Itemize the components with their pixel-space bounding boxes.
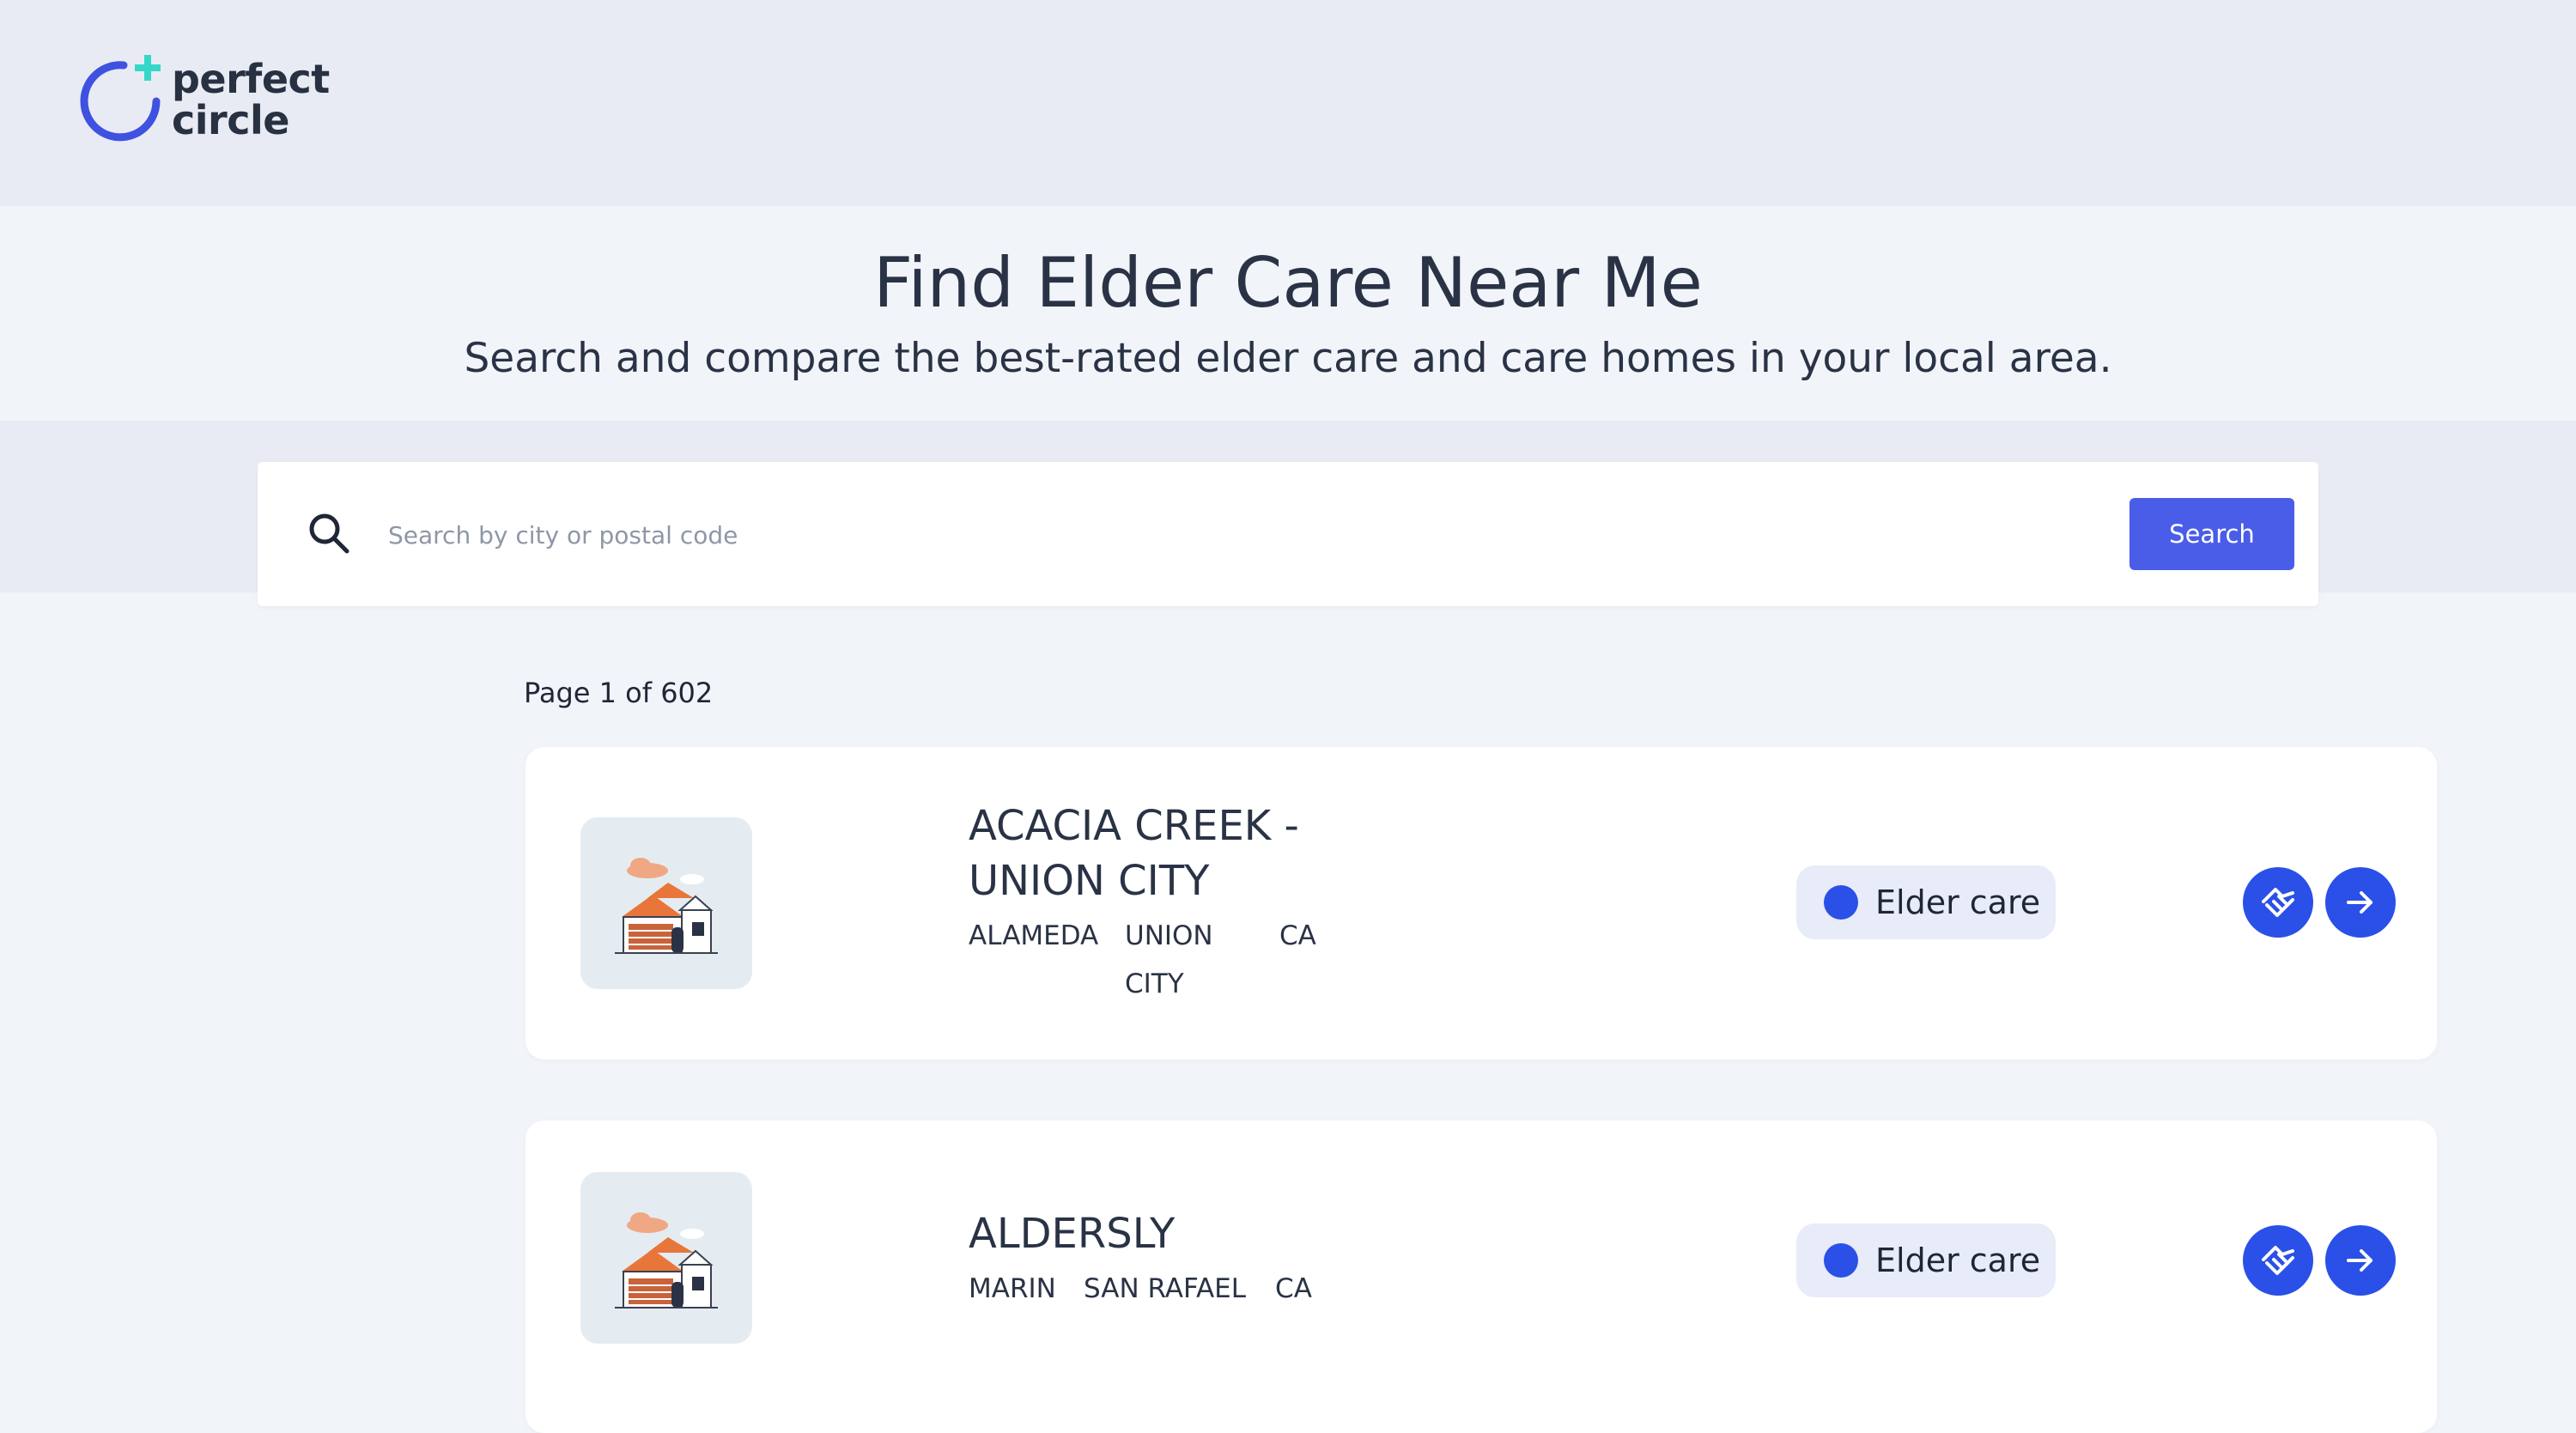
- listing-name[interactable]: ALDERSLY: [969, 1206, 1415, 1261]
- listing-card[interactable]: ACACIA CREEK - UNION CITY ALAMEDA UNION …: [526, 747, 2437, 1060]
- site-header: perfect circle: [0, 0, 2576, 206]
- handshake-icon: [2262, 888, 2294, 917]
- search-bar: Search: [258, 462, 2318, 606]
- page-indicator: Page 1 of 602: [524, 677, 714, 709]
- badge-label: Elder care: [1875, 883, 2041, 921]
- house-icon: [615, 858, 718, 954]
- view-details-button[interactable]: [2325, 1225, 2396, 1296]
- listing-thumbnail: [580, 1172, 752, 1344]
- brand-logo[interactable]: perfect circle: [79, 53, 337, 148]
- listing-card[interactable]: ALDERSLY MARIN SAN RAFAEL CA Elder care: [526, 1120, 2437, 1433]
- search-input[interactable]: [386, 505, 2021, 565]
- perfect-circle-logo-icon: [80, 55, 161, 142]
- listing-city: UNION CITY: [1125, 920, 1213, 999]
- brand-name-line2: circle: [172, 97, 289, 143]
- badge-dot-icon: [1824, 1243, 1858, 1278]
- arrow-right-icon: [2347, 891, 2372, 914]
- listing-thumbnail: [580, 817, 752, 989]
- page-subtitle: Search and compare the best-rated elder …: [464, 335, 2112, 382]
- listing-county: ALAMEDA: [969, 920, 1099, 951]
- listing-city: SAN RAFAEL: [1084, 1273, 1247, 1304]
- review-button[interactable]: [2243, 1225, 2313, 1296]
- category-badge: Elder care: [1796, 1224, 2056, 1297]
- hero-section: Find Elder Care Near Me Search and compa…: [0, 206, 2576, 421]
- listing-name[interactable]: ACACIA CREEK - UNION CITY: [969, 798, 1415, 908]
- listing-location: ALAMEDA UNION CITY CA: [969, 912, 1316, 1008]
- listing-state: CA: [1279, 920, 1316, 951]
- category-badge: Elder care: [1796, 865, 2056, 939]
- review-button[interactable]: [2243, 867, 2313, 938]
- arrow-right-icon: [2347, 1249, 2372, 1272]
- handshake-icon: [2262, 1246, 2294, 1275]
- house-icon: [615, 1212, 718, 1309]
- search-button[interactable]: Search: [2129, 498, 2294, 570]
- listing-location: MARIN SAN RAFAEL CA: [969, 1265, 1312, 1313]
- brand-name: perfect circle: [172, 58, 330, 141]
- search-icon: [309, 513, 349, 554]
- page-title: Find Elder Care Near Me: [873, 243, 1703, 323]
- badge-dot-icon: [1824, 885, 1858, 920]
- view-details-button[interactable]: [2325, 867, 2396, 938]
- listing-county: MARIN: [969, 1273, 1056, 1304]
- listing-state: CA: [1275, 1273, 1312, 1304]
- brand-name-line1: perfect: [172, 56, 330, 102]
- badge-label: Elder care: [1875, 1242, 2041, 1279]
